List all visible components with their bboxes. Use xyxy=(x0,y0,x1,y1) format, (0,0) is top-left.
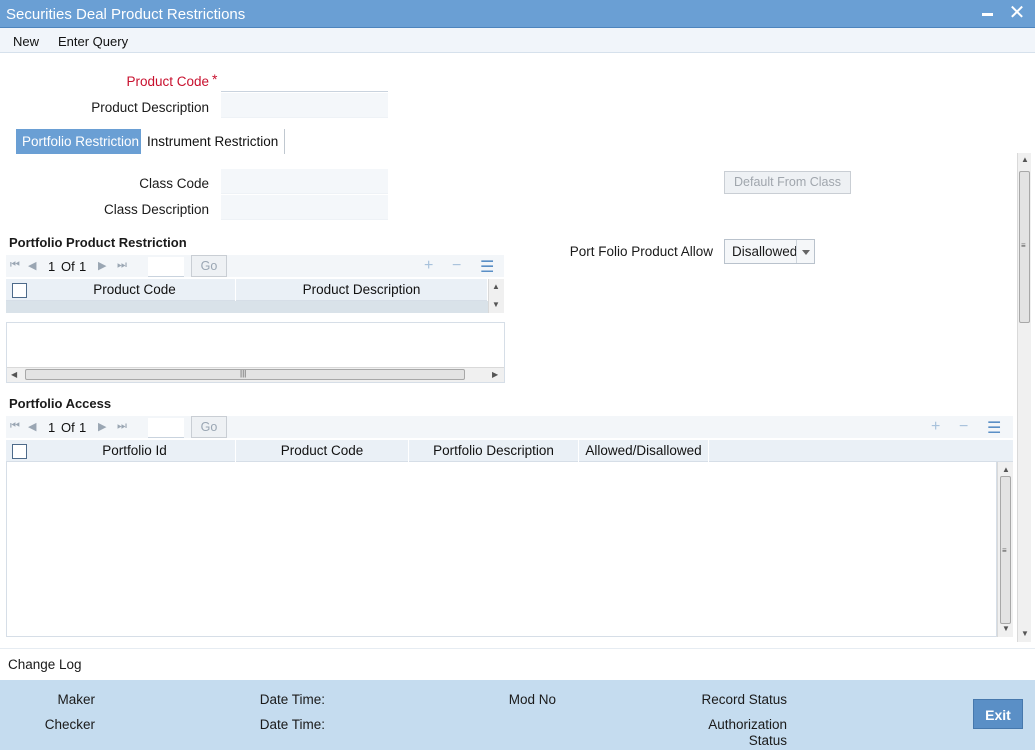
menu-bar: New Enter Query xyxy=(0,28,1035,53)
delete-row-icon[interactable]: − xyxy=(959,418,968,436)
pa-grid-body xyxy=(6,462,997,637)
port-folio-product-allow-label: Port Folio Product Allow xyxy=(569,244,713,259)
title-bar: Securities Deal Product Restrictions ✕ xyxy=(0,0,1035,28)
maker-date-time-label: Date Time: xyxy=(259,692,325,707)
ppr-page-total: 1 xyxy=(79,259,87,274)
ppr-grid-header: Product Code Product Description xyxy=(6,279,488,301)
ppr-vertical-scrollbar[interactable]: ▲ ▼ xyxy=(488,279,504,313)
main-vertical-scrollbar[interactable]: ▲ ≡ ▼ xyxy=(1017,153,1031,642)
ppr-select-all-checkbox[interactable] xyxy=(12,283,27,298)
required-marker: * xyxy=(212,71,218,87)
class-code-input[interactable] xyxy=(221,169,388,194)
pa-grid-header: Portfolio Id Product Code Portfolio Desc… xyxy=(6,440,1013,462)
record-status-label: Record Status xyxy=(701,692,787,707)
grip-icon: ||| xyxy=(240,369,247,378)
add-row-icon[interactable]: + xyxy=(424,257,433,275)
delete-row-icon[interactable]: − xyxy=(452,257,461,275)
ppr-col-product-description: Product Description xyxy=(236,279,488,301)
pa-col-portfolio-id: Portfolio Id xyxy=(34,440,236,462)
scroll-up-icon[interactable]: ▲ xyxy=(1021,155,1029,164)
ppr-page-of: Of xyxy=(61,259,75,274)
pa-col-product-code: Product Code xyxy=(236,440,409,462)
ppr-empty-row xyxy=(6,301,488,313)
pa-col-allowed-disallowed: Allowed/Disallowed xyxy=(579,440,709,462)
chevron-down-icon[interactable] xyxy=(796,240,814,263)
column-settings-icon[interactable]: ☰ xyxy=(987,418,1001,438)
class-code-label: Class Code xyxy=(139,176,209,191)
default-from-class-button[interactable]: Default From Class xyxy=(724,171,851,194)
portfolio-access-title: Portfolio Access xyxy=(9,396,112,411)
mod-no-label: Mod No xyxy=(508,692,556,707)
product-code-label: Product Code xyxy=(126,74,209,89)
pa-vertical-scrollbar[interactable]: ▲ ≡ ▼ xyxy=(997,462,1013,637)
next-page-icon[interactable]: ▶ xyxy=(98,420,106,433)
last-page-icon[interactable]: ⏭ xyxy=(117,259,127,272)
checker-label: Checker xyxy=(44,717,95,732)
maker-label: Maker xyxy=(57,692,95,707)
authorization-label: Authorization xyxy=(708,717,787,732)
pa-pagination-bar: ⏮ ◀ 1 Of 1 ▶ ⏭ Go + − ☰ xyxy=(6,416,1013,438)
product-description-input[interactable] xyxy=(221,93,388,118)
change-log-link[interactable]: Change Log xyxy=(8,657,82,672)
close-icon[interactable]: ✕ xyxy=(1007,3,1027,23)
pa-page-of: Of xyxy=(61,420,75,435)
grip-icon: ≡ xyxy=(1002,546,1007,555)
next-page-icon[interactable]: ▶ xyxy=(98,259,106,272)
ppr-page-current: 1 xyxy=(48,259,56,274)
grip-icon: ≡ xyxy=(1021,241,1026,250)
checker-date-time-label: Date Time: xyxy=(259,717,325,732)
ppr-horizontal-scrollbar[interactable]: ◀ ||| ▶ xyxy=(7,367,504,382)
pa-col-portfolio-description: Portfolio Description xyxy=(409,440,579,462)
scroll-down-icon[interactable]: ▼ xyxy=(492,300,500,309)
enter-query-menu-item[interactable]: Enter Query xyxy=(58,34,128,49)
pa-select-all-checkbox[interactable] xyxy=(12,444,27,459)
portfolio-product-restriction-title: Portfolio Product Restriction xyxy=(9,235,187,250)
window-title: Securities Deal Product Restrictions xyxy=(6,6,246,23)
authorization-status-label: Status xyxy=(748,733,787,748)
ppr-go-button[interactable]: Go xyxy=(191,255,227,277)
class-description-input[interactable] xyxy=(221,195,388,220)
exit-button[interactable]: Exit xyxy=(973,699,1023,729)
ppr-pagination-bar: ⏮ ◀ 1 Of 1 ▶ ⏭ Go + − ☰ xyxy=(6,255,504,277)
tab-portfolio-restriction[interactable]: Portfolio Restriction xyxy=(16,129,146,154)
column-settings-icon[interactable]: ☰ xyxy=(480,257,494,277)
prev-page-icon[interactable]: ◀ xyxy=(28,420,36,433)
change-log-bar: Change Log xyxy=(0,648,1035,680)
pa-go-button[interactable]: Go xyxy=(191,416,227,438)
add-row-icon[interactable]: + xyxy=(931,418,940,436)
class-description-label: Class Description xyxy=(103,202,209,217)
ppr-page-input[interactable] xyxy=(148,257,184,277)
product-description-label: Product Description xyxy=(91,100,209,115)
pa-page-input[interactable] xyxy=(148,418,184,438)
scroll-down-icon[interactable]: ▼ xyxy=(1021,629,1029,638)
scroll-left-icon[interactable]: ◀ xyxy=(11,370,17,379)
tab-instrument-restriction[interactable]: Instrument Restriction xyxy=(141,129,286,154)
scroll-up-icon[interactable]: ▲ xyxy=(1002,465,1010,474)
scroll-up-icon[interactable]: ▲ xyxy=(492,282,500,291)
minimize-icon[interactable] xyxy=(979,4,997,22)
scroll-down-icon[interactable]: ▼ xyxy=(1002,624,1010,633)
port-folio-product-allow-select[interactable]: Disallowed xyxy=(724,239,815,264)
first-page-icon[interactable]: ⏮ xyxy=(10,259,20,272)
audit-footer: Maker Checker Date Time: Date Time: Mod … xyxy=(0,680,1035,750)
new-menu-item[interactable]: New xyxy=(13,34,39,49)
pa-page-total: 1 xyxy=(79,420,87,435)
scroll-right-icon[interactable]: ▶ xyxy=(492,370,498,379)
prev-page-icon[interactable]: ◀ xyxy=(28,259,36,272)
first-page-icon[interactable]: ⏮ xyxy=(10,420,20,433)
product-code-input[interactable] xyxy=(221,67,388,92)
pa-page-current: 1 xyxy=(48,420,56,435)
last-page-icon[interactable]: ⏭ xyxy=(117,420,127,433)
ppr-col-product-code: Product Code xyxy=(34,279,236,301)
port-folio-product-allow-value: Disallowed xyxy=(732,244,798,259)
